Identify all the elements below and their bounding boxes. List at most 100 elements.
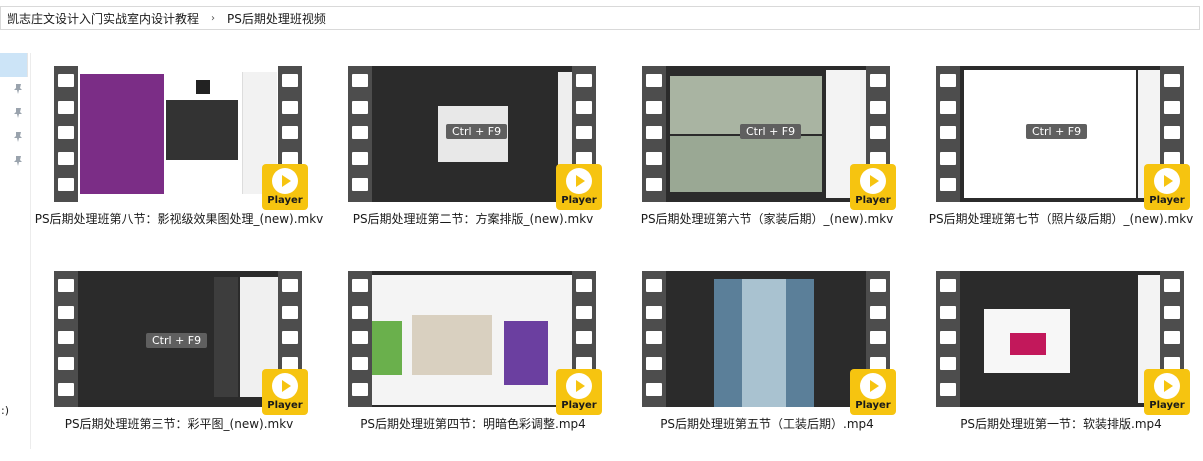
video-frame: Ctrl + F9	[78, 271, 278, 407]
player-badge: Player	[850, 369, 896, 415]
file-name[interactable]: PS后期处理班第八节：影视级效果图处理_(new).mkv	[24, 211, 334, 227]
filmstrip-hole	[58, 152, 74, 165]
filmstrip-hole	[940, 383, 956, 396]
nav-selected-item[interactable]	[0, 53, 28, 77]
filmstrip-hole	[576, 279, 592, 292]
player-badge-label: Player	[561, 195, 597, 206]
video-frame	[960, 271, 1160, 407]
filmstrip-hole	[352, 152, 368, 165]
nav-truncated-label[interactable]: :)	[1, 404, 9, 417]
file-tile[interactable]: Player PS后期处理班第五节（工装后期）.mp4	[642, 271, 936, 461]
filmstrip-hole	[646, 152, 662, 165]
video-frame	[372, 271, 572, 407]
filmstrip-hole	[940, 279, 956, 292]
breadcrumb-item-folder[interactable]: PS后期处理班视频	[221, 10, 332, 27]
filmstrip-hole	[58, 101, 74, 114]
player-badge-label: Player	[1149, 400, 1185, 411]
file-tile[interactable]: Ctrl + F9 Player PS后期处理班第六节（家装后期）_(new).…	[641, 66, 936, 256]
filmstrip-hole	[58, 383, 74, 396]
filmstrip-hole	[870, 331, 886, 344]
filmstrip-left	[348, 271, 372, 407]
file-name[interactable]: PS后期处理班第一节：软装排版.mp4	[906, 416, 1203, 432]
filmstrip-hole	[940, 74, 956, 87]
breadcrumb-item-course[interactable]: 凯志庄文设计入门实战室内设计教程	[1, 10, 205, 27]
player-badge-label: Player	[561, 400, 597, 411]
player-badge: Player	[262, 164, 308, 210]
filmstrip-hole	[646, 306, 662, 319]
pin-icon[interactable]	[12, 131, 24, 143]
filmstrip-hole	[282, 279, 298, 292]
player-badge-label: Player	[267, 195, 303, 206]
address-bar[interactable]: 凯志庄文设计入门实战室内设计教程 › PS后期处理班视频	[0, 6, 1200, 30]
filmstrip-hole	[576, 74, 592, 87]
player-badge-label: Player	[855, 400, 891, 411]
filmstrip-hole	[58, 306, 74, 319]
filmstrip-hole	[940, 152, 956, 165]
chevron-right-icon[interactable]: ›	[205, 13, 221, 24]
filmstrip-hole	[282, 74, 298, 87]
filmstrip-left	[54, 271, 78, 407]
filmstrip-hole	[1164, 126, 1180, 139]
file-tile[interactable]: Ctrl + F9 Player PS后期处理班第七节（照片级后期）_(new)…	[929, 66, 1203, 256]
file-name[interactable]: PS后期处理班第五节（工装后期）.mp4	[612, 416, 922, 432]
filmstrip-hole	[870, 126, 886, 139]
filmstrip-hole	[1164, 74, 1180, 87]
filmstrip-hole	[352, 279, 368, 292]
filmstrip-hole	[352, 101, 368, 114]
filmstrip-hole	[940, 101, 956, 114]
video-frame	[78, 66, 278, 202]
file-name[interactable]: PS后期处理班第二节：方案排版_(new).mkv	[318, 211, 628, 227]
filmstrip-hole	[352, 357, 368, 370]
filmstrip-hole	[870, 279, 886, 292]
filmstrip-left	[54, 66, 78, 202]
filmstrip-hole	[1164, 331, 1180, 344]
player-badge: Player	[556, 164, 602, 210]
filmstrip-hole	[282, 331, 298, 344]
player-badge: Player	[850, 164, 896, 210]
filmstrip-hole	[870, 306, 886, 319]
player-badge: Player	[556, 369, 602, 415]
filmstrip-hole	[940, 126, 956, 139]
file-name[interactable]: PS后期处理班第六节（家装后期）_(new).mkv	[612, 211, 922, 227]
filmstrip-hole	[870, 101, 886, 114]
shortcut-overlay: Ctrl + F9	[146, 333, 208, 348]
navigation-pane: :)	[0, 53, 31, 449]
play-icon	[860, 168, 886, 194]
file-tile[interactable]: Ctrl + F9 Player PS后期处理班第三节：彩平图_(new).mk…	[54, 271, 348, 461]
play-icon	[566, 373, 592, 399]
filmstrip-left	[348, 66, 372, 202]
filmstrip-left	[642, 66, 666, 202]
play-icon	[1154, 373, 1180, 399]
pin-icon[interactable]	[12, 83, 24, 95]
file-name[interactable]: PS后期处理班第四节：明暗色彩调整.mp4	[318, 416, 628, 432]
filmstrip-hole	[646, 331, 662, 344]
video-frame: Ctrl + F9	[666, 66, 866, 202]
filmstrip-hole	[352, 331, 368, 344]
file-tile[interactable]: Ctrl + F9 Player PS后期处理班第二节：方案排版_(new).m…	[348, 66, 642, 256]
filmstrip-hole	[352, 306, 368, 319]
pin-icon[interactable]	[12, 107, 24, 119]
filmstrip-left	[936, 271, 960, 407]
file-name[interactable]: PS后期处理班第七节（照片级后期）_(new).mkv	[906, 211, 1203, 227]
pin-icon[interactable]	[12, 155, 24, 167]
filmstrip-hole	[58, 74, 74, 87]
filmstrip-hole	[646, 383, 662, 396]
video-frame: Ctrl + F9	[372, 66, 572, 202]
shortcut-overlay: Ctrl + F9	[446, 124, 508, 139]
filmstrip-hole	[646, 74, 662, 87]
file-name[interactable]: PS后期处理班第三节：彩平图_(new).mkv	[24, 416, 334, 432]
filmstrip-hole	[1164, 306, 1180, 319]
filmstrip-hole	[58, 126, 74, 139]
player-badge: Player	[262, 369, 308, 415]
file-tile[interactable]: Player PS后期处理班第八节：影视级效果图处理_(new).mkv	[35, 66, 348, 256]
play-icon	[272, 373, 298, 399]
filmstrip-hole	[58, 279, 74, 292]
file-tile[interactable]: Player PS后期处理班第四节：明暗色彩调整.mp4	[348, 271, 642, 461]
filmstrip-hole	[576, 126, 592, 139]
filmstrip-hole	[940, 357, 956, 370]
player-badge: Player	[1144, 164, 1190, 210]
play-icon	[272, 168, 298, 194]
file-tile[interactable]: Player PS后期处理班第一节：软装排版.mp4	[936, 271, 1203, 461]
filmstrip-hole	[576, 306, 592, 319]
filmstrip-hole	[352, 383, 368, 396]
